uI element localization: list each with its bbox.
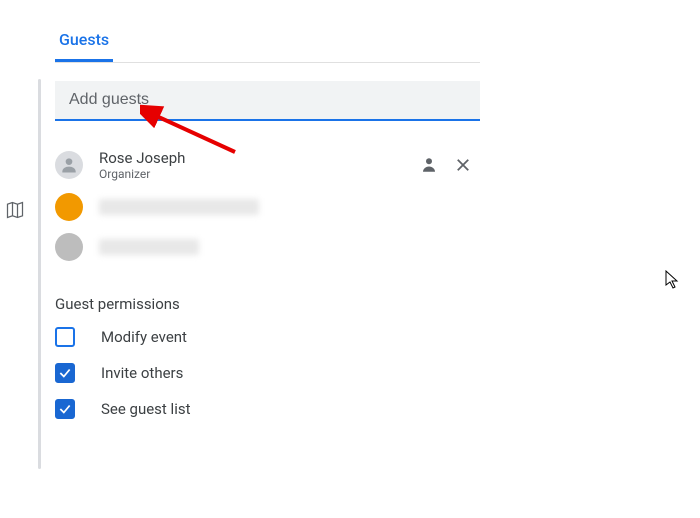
avatar: [55, 233, 83, 261]
checkbox-invite-others[interactable]: [55, 363, 75, 383]
avatar: [55, 151, 83, 179]
guest-row-organizer[interactable]: Rose Joseph Organizer: [55, 143, 480, 187]
permissions-heading: Guest permissions: [55, 295, 480, 313]
tab-bar: Guests: [55, 30, 480, 63]
permission-modify-event: Modify event: [55, 327, 480, 347]
guest-row-redacted[interactable]: [55, 187, 480, 227]
tab-guests[interactable]: Guests: [55, 30, 113, 62]
left-sidebar-edge: [0, 0, 30, 518]
permission-label: Invite others: [101, 364, 183, 382]
add-guests-input[interactable]: [69, 91, 466, 109]
permission-see-guest-list: See guest list: [55, 399, 480, 419]
checkbox-see-guest-list[interactable]: [55, 399, 75, 419]
permission-label: Modify event: [101, 328, 187, 346]
vertical-divider: [38, 79, 41, 469]
guests-panel: Guests Rose Joseph Organizer: [55, 30, 480, 435]
cursor-icon: [665, 270, 681, 290]
add-guests-field[interactable]: [55, 81, 480, 121]
map-icon: [5, 200, 25, 220]
guest-row-redacted[interactable]: [55, 227, 480, 267]
checkbox-modify-event[interactable]: [55, 327, 75, 347]
make-optional-icon[interactable]: [420, 156, 438, 174]
close-icon[interactable]: [454, 156, 472, 174]
avatar: [55, 193, 83, 221]
permission-label: See guest list: [101, 400, 191, 418]
redacted-text: [99, 199, 259, 215]
redacted-text: [99, 239, 199, 255]
permission-invite-others: Invite others: [55, 363, 480, 383]
guest-list: Rose Joseph Organizer: [55, 143, 480, 267]
